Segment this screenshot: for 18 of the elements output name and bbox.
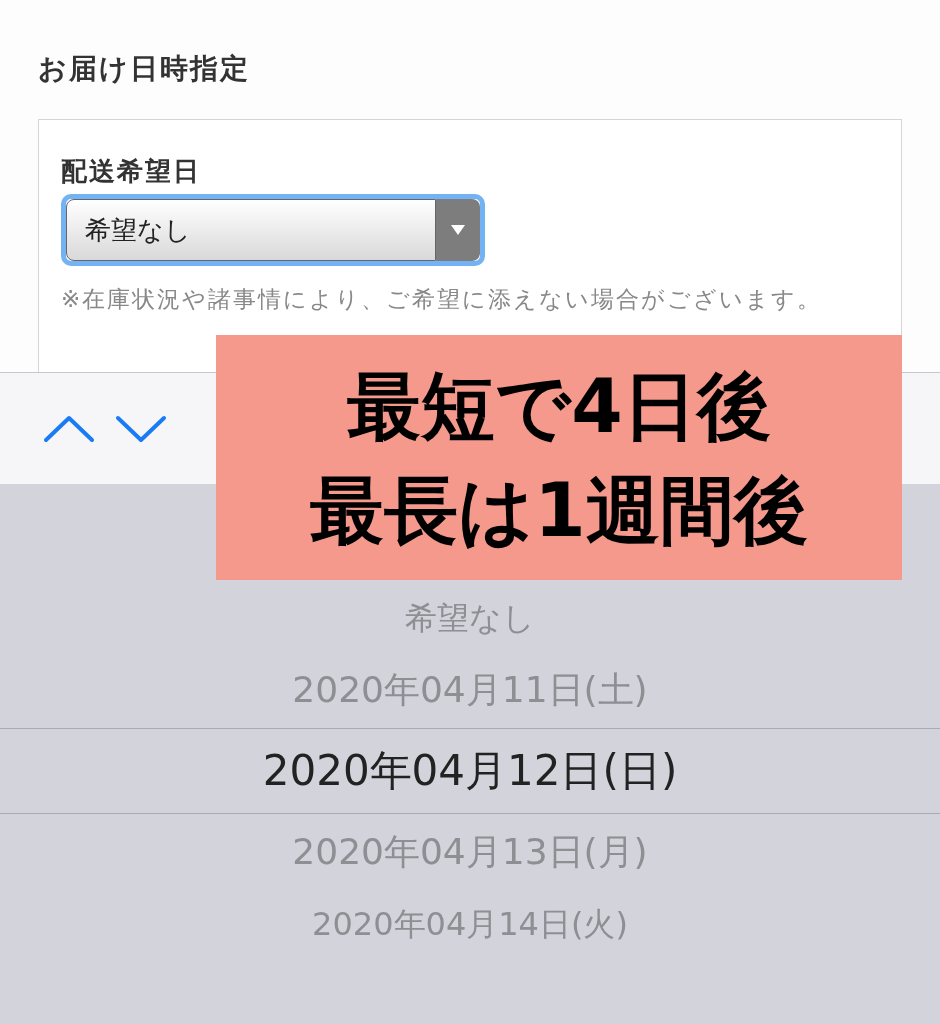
picker-option: 2020年04月14日(火) [312,908,628,940]
annotation-text: 最短で4日後 [347,361,771,451]
select-field[interactable]: 希望なし [61,194,485,266]
picker-option: 2020年04月13日(月) [292,834,648,870]
picker-row[interactable]: 希望なし [0,584,940,652]
picker-option: 2020年04月12日(日) [262,750,678,792]
annotation-text: 最長は1週間後 [310,465,808,555]
dropdown-icon [436,199,480,261]
field-label: 配送希望日 [61,158,202,184]
select-value: 希望なし [66,199,436,261]
picker-row[interactable]: 2020年04月13日(月) [0,814,940,890]
picker-option: 希望なし [405,602,535,634]
picker-row[interactable]: 2020年04月12日(日) [0,728,940,814]
note-text: ※在庫状況や諸事情により、ご希望に添えない場合がございます。 [61,285,824,314]
section-title: お届け日時指定 [38,55,251,83]
picker-row[interactable]: 2020年04月11日(土) [0,652,940,728]
picker-option: 2020年04月11日(土) [292,672,648,708]
picker-row[interactable]: 2020年04月14日(火) [0,890,940,958]
